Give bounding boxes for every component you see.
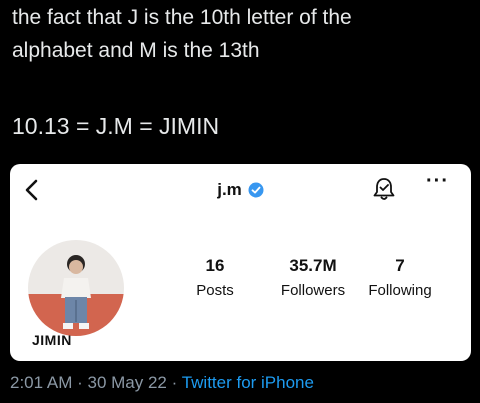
tweet-source-link[interactable]: Twitter for iPhone xyxy=(182,373,314,392)
posts-stat[interactable]: 16 Posts xyxy=(185,256,245,299)
avatar-photo xyxy=(28,240,124,336)
meta-separator: · xyxy=(166,373,182,392)
followers-count: 35.7M xyxy=(289,256,337,275)
profile-username: j.m xyxy=(217,180,242,199)
posts-count: 16 xyxy=(205,256,225,275)
posts-label: Posts xyxy=(196,282,234,299)
tweet-meta: 2:01 AM · 30 May 22 · Twitter for iPhone xyxy=(10,373,314,393)
followers-label: Followers xyxy=(280,282,346,299)
profile-display-name: JIMIN xyxy=(32,332,72,348)
meta-separator: · xyxy=(72,373,88,392)
following-count: 7 xyxy=(395,256,405,275)
bell-icon[interactable] xyxy=(371,176,397,202)
verified-icon xyxy=(248,182,264,198)
tweet-text-line-3: 10.13 = J.M = JIMIN xyxy=(12,113,220,139)
following-stat[interactable]: 7 Following xyxy=(362,256,438,299)
tweet-text-line-2: alphabet and M is the 13th xyxy=(12,39,260,62)
following-label: Following xyxy=(368,282,432,299)
followers-stat[interactable]: 35.7M Followers xyxy=(268,256,358,299)
tweet-date[interactable]: 30 May 22 xyxy=(87,373,166,392)
more-icon[interactable]: ··· xyxy=(426,170,449,193)
profile-screenshot-card: j.m ··· 16 Posts 35.7M Followers 7 Follo… xyxy=(10,164,471,361)
tweet-time[interactable]: 2:01 AM xyxy=(10,373,72,392)
avatar[interactable] xyxy=(28,240,124,336)
tweet-text-line-1: the fact that J is the 10th letter of th… xyxy=(12,6,352,29)
profile-header: j.m xyxy=(10,180,471,200)
